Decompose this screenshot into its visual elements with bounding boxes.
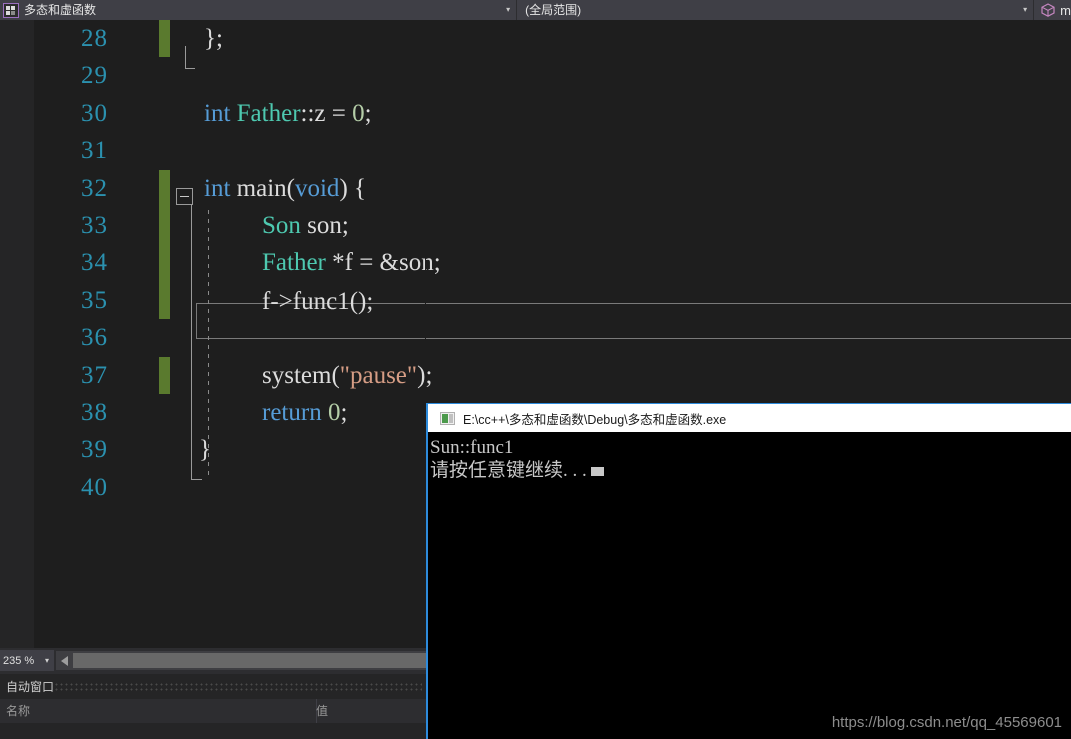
editor-line-37[interactable]: 37 system("pause"); [0,357,1071,394]
structure-guide-foot-main [191,479,202,480]
editor-line-29[interactable]: 29 [0,57,1071,94]
line-code: system("pause"); [262,357,432,394]
scope-label: (全局范围) [517,0,1017,20]
console-window[interactable]: E:\cc++\多态和虚函数\Debug\多态和虚函数.exe Sun::fun… [426,403,1071,739]
structure-guide-outer [185,46,186,69]
autos-rows[interactable] [0,723,426,739]
editor-line-36[interactable]: 36 [0,319,1071,356]
console-title-text: E:\cc++\多态和虚函数\Debug\多态和虚函数.exe [463,409,726,428]
line-number: 36 [0,319,108,356]
autos-tab-row: 自动窗口 [0,674,426,699]
line-code: } [199,431,211,468]
console-output-text: 请按任意键继续. . . [430,460,587,481]
change-indicator [159,244,170,281]
file-selector-combobox[interactable]: 多态和虚函数 ▾ [0,0,517,20]
line-number: 33 [0,207,108,244]
line-code-current: f->func1(); [262,283,373,320]
line-code: }; [204,20,223,57]
chevron-down-icon-zoom[interactable]: ▾ [45,656,53,665]
line-code: Father *f = &son; [262,244,441,281]
change-indicator [159,357,170,394]
column-header-value[interactable]: 值 [310,699,432,723]
editor-line-32[interactable]: 32 int main(void) { [0,170,1071,207]
collapse-minus-icon[interactable] [176,188,193,205]
line-code: Son son; [262,207,349,244]
line-code: int Father::z = 0; [204,95,372,132]
line-number: 40 [0,469,108,506]
line-number: 37 [0,357,108,394]
scope-selector-combobox[interactable]: (全局范围) ▾ [517,0,1034,20]
line-number: 38 [0,394,108,431]
zoom-level-value: 235 % [1,655,45,667]
watermark-url: https://blog.csdn.net/qq_45569601 [832,714,1062,731]
member-name-label: m [1060,3,1071,18]
editor-line-31[interactable]: 31 [0,132,1071,169]
class-file-icon [3,3,19,18]
line-number: 35 [0,282,108,319]
line-number: 39 [0,431,108,468]
console-output-area[interactable]: Sun::func1 请按任意键继续. . . [428,432,1071,738]
line-number: 32 [0,170,108,207]
zoom-level-combobox[interactable]: 235 % ▾ [0,650,54,671]
line-number: 34 [0,244,108,281]
change-indicator [159,282,170,319]
change-indicator [159,207,170,244]
editor-line-28[interactable]: 28 }; [0,20,1071,57]
line-number: 29 [0,57,108,94]
line-number: 28 [0,20,108,57]
editor-line-33[interactable]: 33 Son son; [0,207,1071,244]
line-number: 31 [0,132,108,169]
autos-window: 自动窗口 名称 值 [0,674,426,739]
indent-guide [208,210,209,480]
file-name-label: 多态和虚函数 [24,0,500,20]
member-selector-combobox[interactable]: m [1034,0,1071,20]
change-indicator [159,20,170,57]
line-number: 30 [0,95,108,132]
editor-line-30[interactable]: 30 int Father::z = 0; [0,95,1071,132]
horizontal-scrollbar[interactable] [56,651,426,670]
structure-guide-foot-outer [185,68,195,69]
console-cursor [591,467,604,476]
editor-status-row: 235 % ▾ [0,648,426,674]
editor-line-34[interactable]: 34 Father *f = &son; [0,244,1071,281]
purple-cube-icon [1040,2,1056,18]
navigation-bar: 多态和虚函数 ▾ (全局范围) ▾ m [0,0,1071,20]
line-code: return 0; [262,394,347,431]
tab-autos[interactable]: 自动窗口 [0,674,60,699]
console-window-icon [440,412,455,425]
structure-guide-main [191,205,192,480]
line-code: int main(void) { [204,170,366,207]
console-output-line: Sun::func1 [429,436,1071,459]
tab-drag-dots [54,682,422,691]
tab-autos-label: 自动窗口 [6,678,54,695]
console-output-line: 请按任意键继续. . . [429,459,1071,482]
chevron-down-icon[interactable]: ▾ [500,0,516,20]
scroll-left-arrow-icon[interactable] [56,651,72,670]
chevron-down-icon-scope[interactable]: ▾ [1017,0,1033,20]
change-indicator [159,170,170,207]
console-title-bar[interactable]: E:\cc++\多态和虚函数\Debug\多态和虚函数.exe [428,404,1071,432]
scrollbar-thumb[interactable] [73,653,428,668]
column-header-name[interactable]: 名称 [0,699,317,723]
autos-column-header: 名称 值 [0,699,426,724]
